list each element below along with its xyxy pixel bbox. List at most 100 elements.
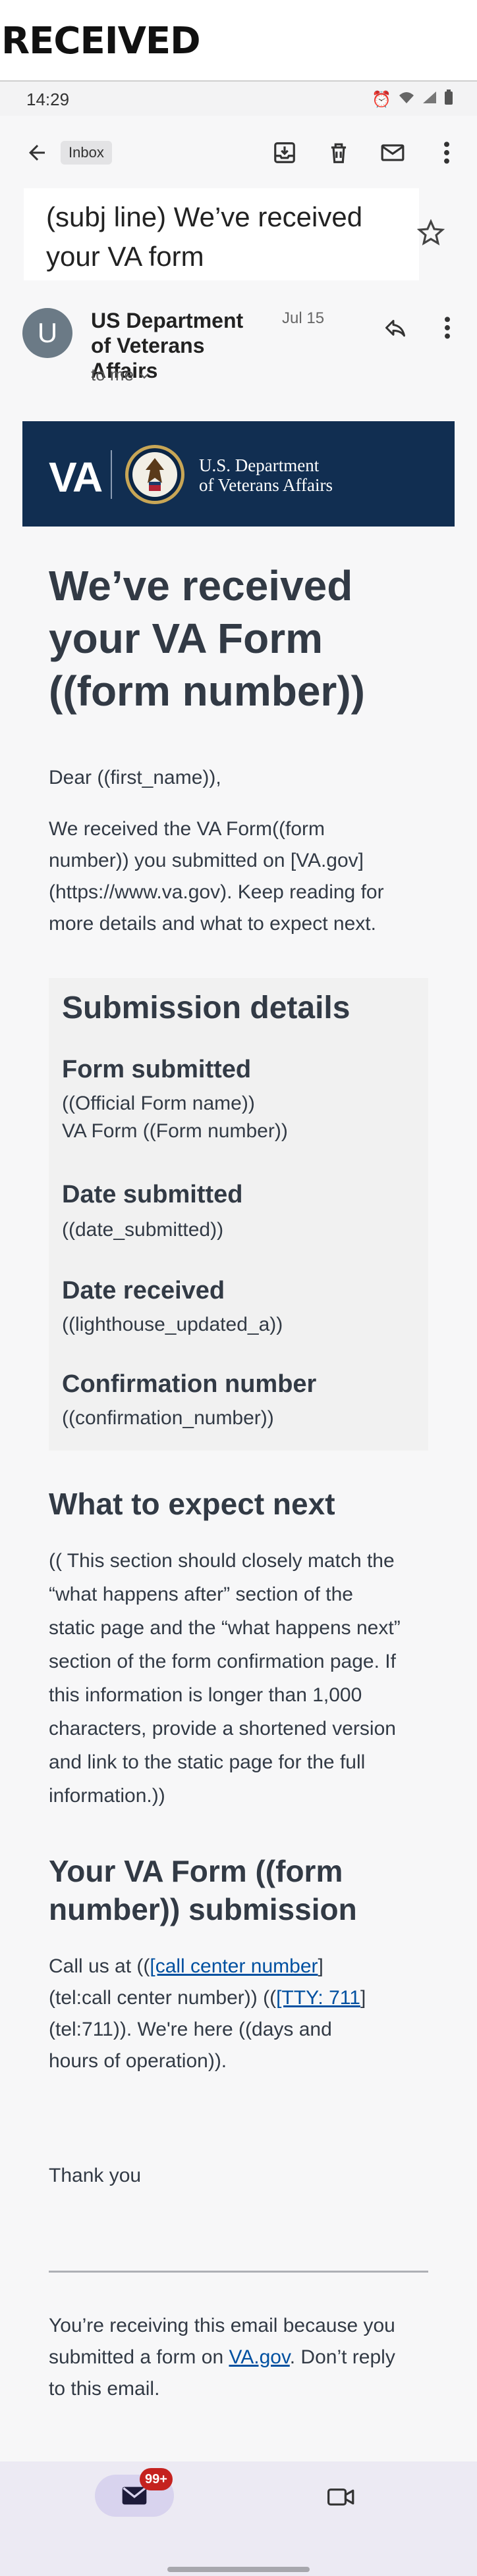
confirmation-number-value: ((confirmation_number)) [62, 1407, 274, 1429]
video-camera-icon [327, 2488, 354, 2506]
contact-line-3: (tel:711)). We're here ((days and [49, 2019, 332, 2040]
va-dept-line-1: U.S. Department [199, 455, 320, 475]
status-icons: ⏰ [372, 90, 453, 110]
date-received-value: ((lighthouse_updated_a)) [62, 1314, 283, 1335]
va-dept-name: U.S. Department of Veterans Affairs [199, 455, 333, 495]
status-time: 14:29 [26, 90, 70, 109]
folder-chip[interactable]: Inbox [61, 141, 112, 165]
contact-line-1: Call us at (([call center number] [49, 1951, 437, 1982]
archive-button[interactable] [266, 134, 303, 171]
next-line: and link to the static page for the full [49, 1751, 366, 1773]
tty-link[interactable]: [TTY: 711 [276, 1987, 360, 2009]
intro-line-4: more details and what to expect next. [49, 913, 376, 935]
back-button[interactable] [18, 134, 55, 171]
sender-more-button[interactable] [431, 308, 464, 348]
next-line: static page and the “what happens next” [49, 1617, 401, 1639]
headline-line-2: your VA Form [49, 615, 323, 662]
star-icon [417, 219, 445, 245]
next-line: section of the form confirmation page. I… [49, 1651, 396, 1672]
intro-line-2: number)) you submitted on [VA.gov] [49, 850, 364, 871]
star-button[interactable] [411, 213, 451, 253]
footer-text-a: submitted a form on [49, 2346, 229, 2368]
logo-divider [111, 450, 112, 499]
call-center-link[interactable]: [call center number [150, 1955, 318, 1977]
mail-icon [122, 2486, 147, 2505]
sender-row: U US Department of Veterans Affairs Jul … [0, 290, 477, 395]
intro-line-1: We received the VA Form((form [49, 818, 325, 840]
date-received-label: Date received [62, 1277, 225, 1304]
mail-icon [381, 144, 405, 161]
tty-suffix: ] [360, 1987, 366, 2009]
archive-icon [274, 142, 295, 163]
more-options-button[interactable] [428, 134, 465, 171]
top-banner: RECEIVED [0, 0, 477, 82]
recipients-toggle[interactable]: to me [91, 365, 150, 385]
footer-text-b: . Don’t reply [289, 2346, 395, 2368]
next-line: this information is longer than 1,000 [49, 1684, 362, 1706]
banner-title: RECEIVED [1, 20, 201, 63]
greeting: Dear ((first_name)), [49, 767, 221, 788]
battery-icon [444, 90, 453, 110]
form-number-value: VA Form ((Form number)) [62, 1120, 288, 1142]
trash-icon [331, 143, 347, 163]
arrow-left-icon [29, 145, 45, 161]
app-bar: Inbox [0, 116, 477, 188]
va-header: VA U.S. Department of Veterans Affairs [22, 421, 455, 527]
footer-paragraph: You’re receiving this email because you … [49, 2310, 437, 2405]
call-tel-text: (tel:call center number)) (( [49, 1987, 277, 2009]
next-line: information.)) [49, 1785, 165, 1807]
form-submitted-label: Form submitted [62, 1056, 252, 1083]
email-headline: We’ve received your VA Form ((form numbe… [49, 559, 437, 717]
avatar[interactable]: U [22, 308, 72, 358]
submission-section-title: Your VA Form ((form number)) submission [49, 1852, 437, 1928]
more-vertical-icon [445, 317, 450, 339]
form-name-value: ((Official Form name)) [62, 1093, 255, 1114]
submission-details-box: Submission details Form submitted ((Offi… [49, 978, 428, 1451]
subject-row: (subj line) We’ve received your VA form [0, 188, 477, 280]
gesture-home-bar[interactable] [167, 2567, 310, 2572]
va-seal-icon [125, 445, 184, 504]
date-submitted-label: Date submitted [62, 1181, 243, 1208]
contact-paragraph: Call us at (([call center number] (tel:c… [49, 1951, 437, 2077]
tab-meet[interactable] [320, 2476, 362, 2518]
signal-icon [422, 90, 437, 109]
more-vertical-icon [444, 142, 449, 164]
submission-title-line-2: number)) submission [49, 1892, 357, 1926]
next-line: “what happens after” section of the [49, 1584, 353, 1605]
status-bar: 14:29 ⏰ [0, 82, 477, 116]
contact-line-2: (tel:call center number)) (([TTY: 711] [49, 1982, 437, 2014]
reply-button[interactable] [376, 308, 415, 348]
footer-line-3: to this email. [49, 2378, 160, 2400]
recipients-label: to me [91, 365, 134, 384]
email-subject: (subj line) We’ve received your VA form [24, 188, 419, 280]
mark-unread-button[interactable] [374, 134, 411, 171]
contact-line-4: hours of operation)). [49, 2050, 227, 2072]
next-line: characters, provide a shortened version [49, 1718, 396, 1739]
wifi-icon [398, 90, 415, 109]
chevron-down-icon [140, 373, 150, 379]
next-steps-title: What to expect next [49, 1487, 335, 1521]
details-title: Submission details [62, 991, 351, 1025]
unread-badge: 99+ [140, 2468, 173, 2490]
va-dept-line-2: of Veterans Affairs [199, 475, 333, 495]
reply-icon [385, 320, 405, 337]
footer-divider [49, 2271, 428, 2273]
bottom-nav: 99+ [0, 2461, 477, 2576]
confirmation-number-label: Confirmation number [62, 1370, 317, 1398]
date-submitted-value: ((date_submitted)) [62, 1219, 224, 1241]
footer-line-2: submitted a form on VA.gov. Don’t reply [49, 2342, 437, 2373]
footer-line-1: You’re receiving this email because you [49, 2315, 395, 2336]
next-steps-paragraph: (( This section should closely match the… [49, 1544, 437, 1813]
intro-paragraph: We received the VA Form((form number)) y… [49, 813, 437, 940]
email-date: Jul 15 [282, 309, 325, 327]
va-logo: VA [49, 453, 103, 501]
app-actions [266, 134, 465, 171]
va-gov-link[interactable]: VA.gov [229, 2346, 289, 2368]
call-suffix: ] [318, 1955, 323, 1977]
submission-title-line-1: Your VA Form ((form [49, 1854, 343, 1888]
delete-button[interactable] [320, 134, 357, 171]
form-submitted-value: ((Official Form name)) VA Form ((Form nu… [62, 1090, 288, 1145]
next-line: (( This section should closely match the [49, 1550, 395, 1572]
thank-you: Thank you [49, 2165, 142, 2186]
headline-line-3: ((form number)) [49, 667, 365, 715]
